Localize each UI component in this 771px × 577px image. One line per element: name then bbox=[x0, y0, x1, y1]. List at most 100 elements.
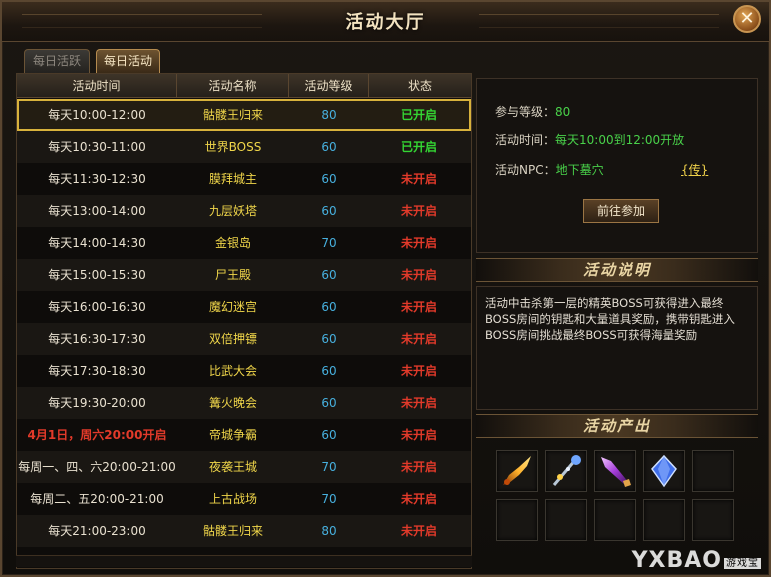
description-title: 活动说明 bbox=[582, 261, 651, 279]
empty-reward-slot[interactable] bbox=[643, 499, 685, 541]
purple-blade-icon[interactable] bbox=[594, 450, 636, 492]
cell-time: 每天16:30-17:30 bbox=[48, 332, 146, 346]
table-row[interactable]: 每周二、五20:00-21:00 上古战场 70 未开启 bbox=[17, 483, 471, 515]
cell-status: 已开启 bbox=[400, 140, 437, 154]
cell-time: 每天17:30-18:30 bbox=[48, 364, 146, 378]
cell-time: 每周二、五20:00-21:00 bbox=[30, 492, 164, 506]
cell-level: 60 bbox=[321, 428, 337, 442]
teleport-link[interactable]: {传} bbox=[681, 161, 708, 178]
time-label: 活动时间： bbox=[495, 133, 556, 147]
empty-reward-slot[interactable] bbox=[692, 499, 734, 541]
tab-daily-events[interactable]: 每日活动 bbox=[96, 49, 160, 73]
table-row[interactable]: 每天10:00-12:00 骷髅王归来 80 已开启 bbox=[17, 99, 471, 131]
ice-wand-icon[interactable] bbox=[545, 450, 587, 492]
table-row[interactable]: 4月1日，周六20:00开启 帝城争霸 60 未开启 bbox=[17, 419, 471, 451]
watermark-text: YXBAO bbox=[631, 548, 722, 573]
watermark-sub: 游戏宝 bbox=[724, 557, 761, 569]
info-time-line: 活动时间：每天10:00到12:00开放 bbox=[495, 131, 684, 148]
cell-level: 60 bbox=[321, 140, 337, 154]
cell-name: 上古战场 bbox=[208, 492, 257, 506]
cell-time: 每天10:00-12:00 bbox=[48, 108, 146, 122]
description-header: 活动说明 bbox=[476, 258, 758, 282]
info-level-line: 参与等级：80 bbox=[495, 103, 570, 120]
cell-status: 未开启 bbox=[400, 268, 437, 282]
cell-name: 夜袭王城 bbox=[208, 460, 257, 474]
cell-time: 每天14:00-14:30 bbox=[48, 236, 146, 250]
table-row[interactable]: 每天10:30-11:00 世界BOSS 60 已开启 bbox=[17, 131, 471, 163]
cell-status: 未开启 bbox=[400, 428, 437, 442]
table-row[interactable]: 每天16:00-16:30 魔幻迷宫 60 未开启 bbox=[17, 291, 471, 323]
window-title: 活动大厅 bbox=[345, 12, 426, 33]
cell-name: 尸王殿 bbox=[214, 268, 251, 282]
cell-name: 骷髅王归来 bbox=[202, 108, 263, 122]
cell-level: 60 bbox=[321, 268, 337, 282]
table-row[interactable]: 每天21:00-23:00 骷髅王归来 80 未开启 bbox=[17, 515, 471, 547]
activity-hall-window: 活动大厅 ✕ 每日活跃 每日活动 活动时间 活动名称 活动等级 状态 每天10:… bbox=[0, 0, 771, 577]
table-row[interactable]: 每天15:00-15:30 尸王殿 60 未开启 bbox=[17, 259, 471, 291]
cell-level: 60 bbox=[321, 396, 337, 410]
activity-table: 活动时间 活动名称 活动等级 状态 每天10:00-12:00 骷髅王归来 80 已开… bbox=[16, 73, 472, 569]
cell-level: 60 bbox=[321, 300, 337, 314]
table-row[interactable]: 每天14:00-14:30 金银岛 70 未开启 bbox=[17, 227, 471, 259]
header-time: 活动时间 bbox=[17, 74, 177, 98]
cell-status: 未开启 bbox=[400, 524, 437, 538]
cell-time: 每天11:30-12:30 bbox=[48, 172, 146, 186]
empty-reward-slot[interactable] bbox=[496, 499, 538, 541]
cell-status: 未开启 bbox=[400, 300, 437, 314]
header-level: 活动等级 bbox=[289, 74, 369, 98]
cell-time: 每周一、四、六20:00-21:00 bbox=[18, 460, 176, 474]
empty-reward-slot[interactable] bbox=[545, 499, 587, 541]
table-row[interactable]: 每天16:30-17:30 双倍押镖 60 未开启 bbox=[17, 323, 471, 355]
rewards-header: 活动产出 bbox=[476, 414, 758, 438]
site-watermark: YXBAO 游戏宝 bbox=[632, 548, 761, 573]
header-name: 活动名称 bbox=[177, 74, 289, 98]
cell-time: 每天10:30-11:00 bbox=[48, 140, 146, 154]
cell-level: 80 bbox=[321, 524, 337, 538]
table-row[interactable]: 每周一、四、六20:00-21:00 夜袭王城 70 未开启 bbox=[17, 451, 471, 483]
cell-status: 未开启 bbox=[400, 460, 437, 474]
cell-status: 未开启 bbox=[400, 492, 437, 506]
cell-name: 金银岛 bbox=[214, 236, 251, 250]
join-button[interactable]: 前往参加 bbox=[583, 199, 659, 223]
cell-level: 60 bbox=[321, 364, 337, 378]
description-text: 活动中击杀第一层的精英BOSS可获得进入最终BOSS房间的钥匙和大量道具奖励，携… bbox=[476, 286, 758, 410]
title-bar: 活动大厅 ✕ bbox=[2, 2, 769, 42]
table-row[interactable]: 每天13:00-14:00 九层妖塔 60 未开启 bbox=[17, 195, 471, 227]
level-label: 参与等级： bbox=[495, 105, 556, 119]
cell-time: 每天13:00-14:00 bbox=[48, 204, 146, 218]
cell-name: 帝城争霸 bbox=[208, 428, 257, 442]
cell-status: 未开启 bbox=[400, 396, 437, 410]
empty-reward-slot[interactable] bbox=[594, 499, 636, 541]
npc-value: 地下墓穴 bbox=[555, 163, 604, 177]
npc-label: 活动NPC： bbox=[495, 163, 556, 177]
cell-name: 双倍押镖 bbox=[208, 332, 257, 346]
table-row[interactable]: 每天17:30-18:30 比武大会 60 未开启 bbox=[17, 355, 471, 387]
close-button[interactable]: ✕ bbox=[733, 5, 761, 33]
table-row[interactable]: 每天19:30-20:00 篝火晚会 60 未开启 bbox=[17, 387, 471, 419]
cell-level: 60 bbox=[321, 172, 337, 186]
cell-name: 世界BOSS bbox=[204, 140, 262, 154]
cell-level: 70 bbox=[321, 492, 337, 506]
cell-level: 70 bbox=[321, 460, 337, 474]
cell-status: 未开启 bbox=[400, 172, 437, 186]
horizontal-scrollbar[interactable] bbox=[16, 555, 472, 567]
cell-level: 80 bbox=[321, 108, 337, 122]
cell-status: 未开启 bbox=[400, 364, 437, 378]
empty-reward-slot[interactable] bbox=[692, 450, 734, 492]
activity-info-panel: 参与等级：80 活动时间：每天10:00到12:00开放 活动NPC：地下墓穴 … bbox=[476, 78, 758, 253]
cell-name: 膜拜城主 bbox=[208, 172, 257, 186]
time-value: 每天10:00到12:00开放 bbox=[555, 133, 685, 147]
cell-time: 每天19:30-20:00 bbox=[48, 396, 146, 410]
cell-time: 4月1日，周六20:00开启 bbox=[27, 428, 167, 442]
cell-level: 70 bbox=[321, 236, 337, 250]
cell-time: 每天21:00-23:00 bbox=[48, 524, 146, 538]
flame-sword-icon[interactable] bbox=[496, 450, 538, 492]
cell-name: 九层妖塔 bbox=[208, 204, 257, 218]
tab-daily-active[interactable]: 每日活跃 bbox=[24, 49, 90, 73]
table-row[interactable]: 每天11:30-12:30 膜拜城主 60 未开启 bbox=[17, 163, 471, 195]
level-value: 80 bbox=[555, 105, 571, 119]
cell-level: 60 bbox=[321, 204, 337, 218]
cell-name: 比武大会 bbox=[208, 364, 257, 378]
cell-name: 骷髅王归来 bbox=[202, 524, 263, 538]
blue-crystal-icon[interactable] bbox=[643, 450, 685, 492]
